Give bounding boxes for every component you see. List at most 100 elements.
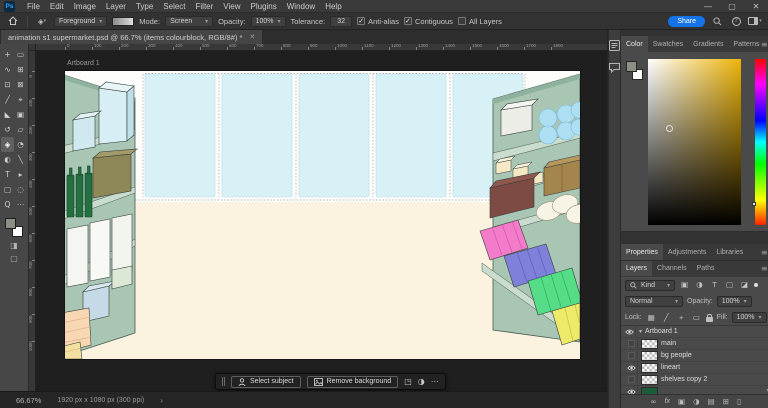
status-chevron-icon[interactable]: › [160,396,163,405]
menu-type[interactable]: Type [131,2,158,11]
brush-tool[interactable]: ◣ [1,107,14,122]
panel-menu-icon[interactable]: ≡ [761,261,768,276]
history-brush-tool[interactable]: ↺ [1,122,14,137]
panel-menu-icon[interactable]: ≡ [761,244,768,260]
layer-thumbnail[interactable] [641,363,658,373]
tab-swatches[interactable]: Swatches [648,36,688,52]
shape-tool[interactable]: ▢ [1,182,14,197]
hue-slider[interactable] [755,59,766,225]
visibility-toggle[interactable] [625,338,638,349]
color-picker-cursor[interactable] [666,125,673,132]
panel-menu-icon[interactable]: ≡ [761,36,768,52]
layer-thumbnail[interactable] [641,339,658,349]
all-layers-checkbox[interactable]: All Layers [458,17,502,26]
adjustments-icon[interactable]: ◑ [418,378,425,386]
filter-smart-object-icon[interactable]: ◪ [739,281,750,289]
path-select-tool[interactable]: ▸ [14,167,27,182]
contiguous-checkbox[interactable]: ✓ Contiguous [404,17,453,26]
visibility-toggle[interactable] [625,386,638,394]
layer-row-artboard[interactable]: ▾ Artboard 1 [621,326,768,338]
fill-source-dropdown[interactable]: Foreground▾ [54,16,107,27]
menu-filter[interactable]: Filter [191,2,219,11]
menu-image[interactable]: Image [69,2,101,11]
visibility-toggle[interactable] [625,362,638,373]
opacity-dropdown[interactable]: 100%▾ [251,16,286,27]
menu-edit[interactable]: Edit [45,2,69,11]
lock-all-icon[interactable] [706,317,713,322]
tab-patterns[interactable]: Patterns [728,36,764,52]
filter-adjustment-icon[interactable]: ◑ [694,281,705,289]
object-selection-tool[interactable]: ⊞ [14,62,27,77]
artboard[interactable] [65,71,580,359]
filter-image-icon[interactable]: ▣ [679,281,690,289]
history-panel-icon[interactable] [609,40,620,51]
layer-row[interactable]: main [621,338,768,350]
eyedropper-tool[interactable]: ╱ [1,92,14,107]
minimize-button[interactable]: — [696,2,720,11]
clone-stamp-tool[interactable]: ▣ [14,107,27,122]
healing-brush-tool[interactable]: ⌖ [14,92,27,107]
crop-tool[interactable]: ⊡ [1,77,14,92]
foreground-color-swatch[interactable] [626,61,637,72]
filter-type-icon[interactable]: T [709,281,720,289]
tab-color[interactable]: Color [621,36,648,52]
menu-view[interactable]: View [218,2,245,11]
comments-panel-icon[interactable] [609,63,620,73]
tab-adjustments[interactable]: Adjustments [663,244,712,260]
blend-mode-dropdown[interactable]: Normal ▾ [625,296,683,307]
layer-row[interactable]: bg people [621,350,768,362]
more-tools-tool[interactable]: ⋯ [14,197,27,212]
visibility-toggle[interactable] [623,326,636,337]
add-mask-icon[interactable]: ▣ [678,397,685,406]
paint-bucket-tool[interactable]: ◈ [1,137,14,152]
artboard-label[interactable]: Artboard 1 [67,60,100,67]
filter-shape-icon[interactable]: ▢ [724,281,735,289]
more-options-icon[interactable]: ⋯ [431,378,439,386]
zoom-tool[interactable]: Q [1,197,14,212]
frame-tool[interactable]: ⊠ [14,77,27,92]
visibility-toggle[interactable] [625,350,638,361]
filter-toggle-icon[interactable] [754,283,758,287]
expand-chevron-icon[interactable]: ▾ [639,328,642,335]
foreground-color-swatch[interactable] [5,218,16,229]
menu-window[interactable]: Window [282,2,320,11]
eraser-tool[interactable]: ▱ [14,122,27,137]
share-button[interactable]: Share [668,16,705,27]
saturation-brightness-picker[interactable] [648,59,741,225]
move-tool[interactable]: + [1,47,14,62]
mode-dropdown[interactable]: Screen▾ [165,16,213,27]
home-icon[interactable] [6,16,20,26]
workspace-icon[interactable]: ▾ [748,17,762,25]
close-button[interactable]: ✕ [744,2,768,11]
menu-file[interactable]: File [22,2,45,11]
tab-layers[interactable]: Layers [621,261,652,276]
layer-thumbnail[interactable] [641,351,658,361]
pen-tool[interactable]: ╲ [14,152,27,167]
lock-position-icon[interactable]: + [676,314,687,322]
layer-row[interactable]: lineart [621,362,768,374]
remove-background-button[interactable]: Remove background [307,376,399,388]
tab-gradients[interactable]: Gradients [688,36,728,52]
dodge-tool[interactable]: ◐ [1,152,14,167]
layer-opacity-dropdown[interactable]: 100% ▾ [717,296,752,307]
new-group-icon[interactable]: ▤ [708,397,715,406]
adjustment-layer-icon[interactable]: ◑ [693,397,700,406]
hand-tool[interactable]: ◌ [14,182,27,197]
screen-mode-icon[interactable]: ▢ [10,255,18,263]
tab-close-icon[interactable]: ✕ [249,33,255,41]
new-layer-icon[interactable]: ⊞ [723,397,729,406]
tab-libraries[interactable]: Libraries [711,244,748,260]
blur-tool[interactable]: ◔ [14,137,27,152]
visibility-toggle[interactable] [625,374,638,385]
menu-layer[interactable]: Layer [101,2,131,11]
help-icon[interactable]: ? [729,17,743,26]
zoom-level[interactable]: 66.67% [16,396,41,405]
quick-mask-icon[interactable]: ◨ [10,242,18,250]
lasso-tool[interactable]: ∿ [1,62,14,77]
tolerance-input[interactable]: 32 [330,16,352,27]
type-tool[interactable]: T [1,167,14,182]
fill-dropdown[interactable]: 100% ▾ [732,312,767,323]
pattern-preview-swatch[interactable] [112,17,134,26]
maximize-button[interactable]: ▢ [720,2,744,11]
lock-transparency-icon[interactable]: ▦ [646,314,657,322]
